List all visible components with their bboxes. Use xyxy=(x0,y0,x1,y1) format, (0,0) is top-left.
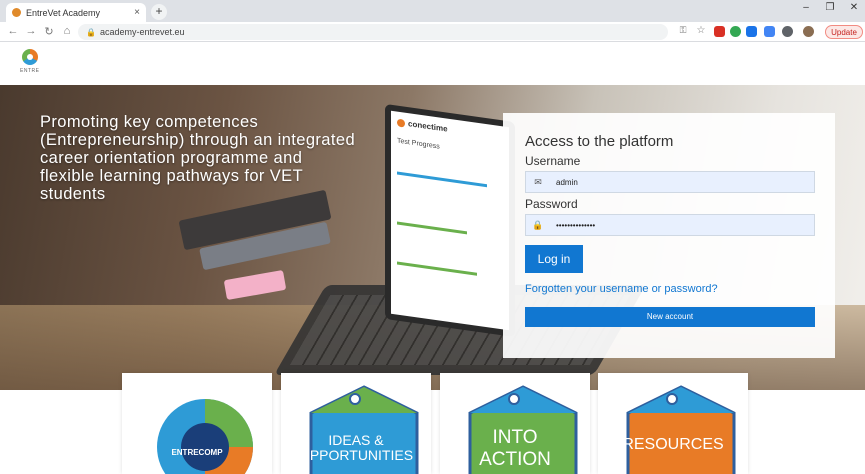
lock-icon: 🔒 xyxy=(86,28,96,37)
key-icon[interactable]: ⚿ xyxy=(676,25,690,36)
card-resources[interactable]: RESOURCES xyxy=(598,373,748,474)
tab-title: EntreVet Academy xyxy=(26,7,101,18)
lock-icon: 🔒 xyxy=(532,220,544,230)
username-label: Username xyxy=(525,154,581,168)
card-ideas-opportunities[interactable]: IDEAS & OPPORTUNITIES xyxy=(281,373,431,474)
extensions-puzzle-icon[interactable] xyxy=(782,26,793,37)
browser-tab[interactable]: EntreVet Academy × xyxy=(6,3,146,22)
login-button[interactable]: Log in xyxy=(525,245,583,273)
extension-windows-icon[interactable] xyxy=(764,26,775,37)
sticky-notes-image xyxy=(223,269,287,301)
maximize-button[interactable]: ❐ xyxy=(820,2,840,13)
site-header: ENTRE xyxy=(0,43,865,85)
screen-brand: conectime xyxy=(397,118,448,134)
back-icon[interactable]: ← xyxy=(6,25,20,37)
close-window-button[interactable]: ✕ xyxy=(844,2,864,13)
password-value: •••••••••••••• xyxy=(556,220,596,230)
extension-green-icon[interactable] xyxy=(730,26,741,37)
card-label: IDEAS & OPPORTUNITIES xyxy=(298,432,414,463)
login-heading: Access to the platform xyxy=(525,133,674,150)
login-panel: Access to the platform Username ✉ admin … xyxy=(503,113,835,358)
logo-text: ENTRE xyxy=(20,68,40,74)
extension-blue-icon[interactable] xyxy=(746,26,757,37)
new-tab-button[interactable]: + xyxy=(151,4,167,20)
username-value: admin xyxy=(556,177,578,187)
screen-bar xyxy=(397,221,467,235)
username-field[interactable]: ✉ admin xyxy=(525,171,815,193)
entrevet-logo-icon[interactable] xyxy=(22,49,38,65)
card-badge-icon xyxy=(666,393,678,405)
forward-icon[interactable]: → xyxy=(24,25,38,37)
card-label: INTO ACTION xyxy=(479,427,551,470)
minimize-button[interactable]: – xyxy=(796,2,816,13)
favicon-icon xyxy=(12,8,21,17)
screen-bar xyxy=(397,261,477,276)
new-account-button[interactable]: New account xyxy=(525,307,815,327)
home-icon[interactable]: ⌂ xyxy=(60,25,74,37)
reload-icon[interactable]: ↻ xyxy=(42,25,56,38)
update-button[interactable]: Update xyxy=(825,25,863,39)
screen-bar xyxy=(397,171,487,188)
card-badge-icon xyxy=(349,393,361,405)
hero-tagline: Promoting key competences (Entrepreneurs… xyxy=(40,113,356,203)
card-label: RESOURCES xyxy=(622,436,724,453)
screen-title: Test Progress xyxy=(397,137,440,151)
tab-close-icon[interactable]: × xyxy=(134,7,140,18)
password-label: Password xyxy=(525,197,578,211)
browser-toolbar: ← → ↻ ⌂ 🔒 academy-entrevet.eu ⚿ ☆ Update xyxy=(0,22,865,42)
address-bar[interactable]: 🔒 academy-entrevet.eu xyxy=(78,24,668,40)
forgot-password-link[interactable]: Forgotten your username or password? xyxy=(525,283,813,295)
password-field[interactable]: 🔒 •••••••••••••• xyxy=(525,214,815,236)
url-text: academy-entrevet.eu xyxy=(99,27,185,37)
resources-hexagon-icon xyxy=(626,385,736,474)
card-into-action[interactable]: INTO ACTION xyxy=(440,373,590,474)
entrecomp-wheel-icon xyxy=(157,399,253,474)
card-entrecomp[interactable]: ENTRECOMP xyxy=(122,373,272,474)
card-label: ENTRECOMP xyxy=(171,448,223,457)
browser-tab-bar: EntreVet Academy × + – ❐ ✕ xyxy=(0,0,865,22)
envelope-icon: ✉ xyxy=(534,177,542,187)
star-icon[interactable]: ☆ xyxy=(694,25,708,36)
card-badge-icon xyxy=(508,393,520,405)
laptop-screen-image: conectime Test Progress xyxy=(385,103,515,338)
profile-avatar-icon[interactable] xyxy=(803,26,814,37)
adblock-extension-icon[interactable] xyxy=(714,26,725,37)
